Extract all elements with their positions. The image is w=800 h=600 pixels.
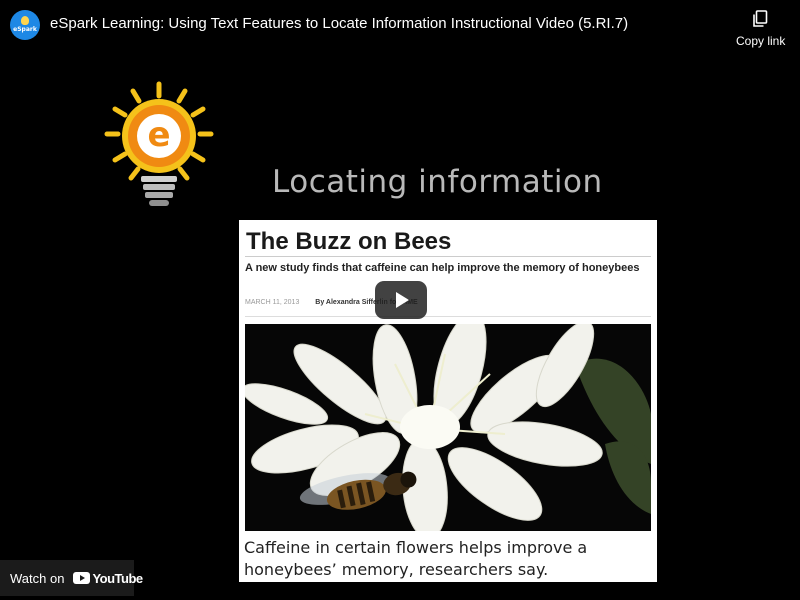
video-frame[interactable]: e Locating information The Buzz on Bees …: [0, 60, 800, 600]
article-date: MARCH 11, 2013: [245, 299, 300, 306]
avatar-bulb-icon: [21, 15, 29, 25]
channel-avatar[interactable]: eSpark: [10, 10, 40, 40]
copy-icon: [753, 10, 768, 27]
article-subtitle: A new study finds that caffeine can help…: [245, 262, 640, 274]
slide-heading: Locating information: [272, 164, 603, 200]
copy-link-button[interactable]: Copy link: [736, 10, 786, 50]
watch-on-youtube-button[interactable]: Watch on YouTube: [0, 560, 143, 596]
play-button[interactable]: [375, 281, 427, 319]
article-card: The Buzz on Bees A new study finds that …: [239, 220, 657, 582]
youtube-wordmark: YouTube: [92, 570, 143, 586]
divider: [245, 256, 651, 257]
video-title[interactable]: eSpark Learning: Using Text Features to …: [50, 15, 628, 32]
avatar-text: eSpark: [13, 25, 37, 33]
top-bar: eSpark eSpark Learning: Using Text Featu…: [0, 0, 800, 60]
watch-on-label: Watch on: [10, 570, 65, 586]
youtube-logo: YouTube: [73, 570, 143, 586]
lightbulb-logo: e: [104, 81, 214, 206]
flower-bee-image: [245, 324, 651, 531]
youtube-icon: [73, 572, 91, 584]
article-photo: [245, 324, 651, 531]
play-icon: [396, 292, 409, 308]
article-title: The Buzz on Bees: [246, 228, 452, 255]
copy-link-label: Copy link: [736, 34, 786, 48]
svg-text:e: e: [147, 115, 170, 155]
divider: [245, 316, 651, 317]
article-caption: Caffeine in certain flowers helps improv…: [244, 538, 588, 579]
